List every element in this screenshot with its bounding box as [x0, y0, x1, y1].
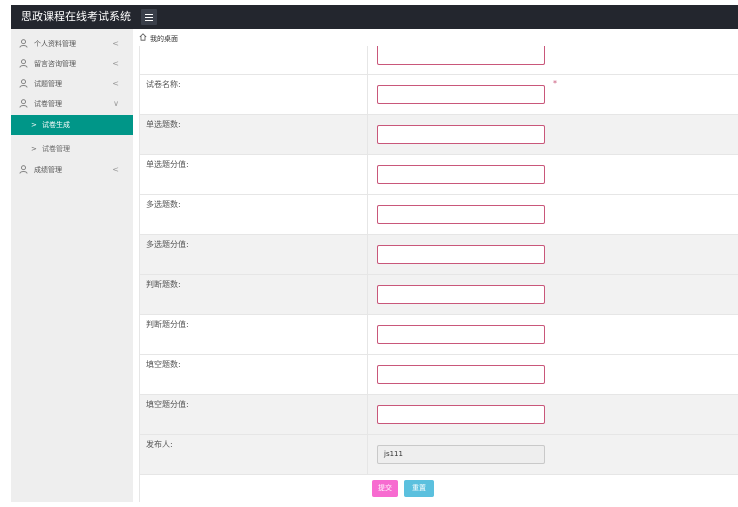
fill-blank-score-label: 填空题分值:: [146, 400, 189, 409]
sidebar-item-label: 试题管理: [34, 80, 62, 88]
single-choice-score-input[interactable]: [377, 165, 545, 184]
chevron-left-icon: <: [112, 165, 119, 174]
fill-blank-count-input[interactable]: [377, 365, 545, 384]
sidebar-subitem-label: 试卷管理: [42, 145, 70, 153]
user-icon: [19, 160, 29, 180]
user-icon: [19, 34, 29, 54]
home-icon: [139, 33, 147, 45]
form-row: 填空题数:: [140, 355, 738, 395]
sidebar-item-scores[interactable]: 成绩管理 <: [11, 160, 133, 180]
user-icon: [19, 74, 29, 94]
breadcrumb: 我的桌面: [139, 33, 178, 45]
form-row: 试卷名称: *: [140, 75, 738, 115]
form-row: 单选题分值:: [140, 155, 738, 195]
form-row: 多选题数:: [140, 195, 738, 235]
multi-choice-count-input[interactable]: [377, 205, 545, 224]
publisher-field: js111: [377, 445, 545, 464]
sidebar: 个人资料管理 < 留言咨询管理 < 试题管理 < 试卷管理 ∨ > 试卷生成 >…: [11, 29, 133, 502]
sidebar-item-label: 个人资料管理: [34, 40, 76, 48]
reset-button[interactable]: 重置: [404, 480, 434, 497]
sidebar-item-label: 成绩管理: [34, 166, 62, 174]
sidebar-subitem-label: 试卷生成: [42, 121, 70, 129]
chevron-left-icon: <: [112, 59, 119, 68]
sidebar-subitem-generate-paper[interactable]: > 试卷生成: [11, 115, 133, 135]
publisher-label: 发布人:: [146, 440, 173, 449]
form-row: 发布人: js111: [140, 435, 738, 475]
single-choice-score-label: 单选题分值:: [146, 160, 189, 169]
sidebar-item-label: 试卷管理: [34, 100, 62, 108]
true-false-score-label: 判断题分值:: [146, 320, 189, 329]
true-false-count-label: 判断题数:: [146, 280, 181, 289]
form-row: 判断题数:: [140, 275, 738, 315]
multi-choice-score-input[interactable]: [377, 245, 545, 264]
sidebar-item-profile[interactable]: 个人资料管理 <: [11, 34, 133, 54]
sidebar-item-label: 留言咨询管理: [34, 60, 76, 68]
sidebar-subitem-manage-paper[interactable]: > 试卷管理: [11, 139, 133, 159]
sidebar-item-papers[interactable]: 试卷管理 ∨: [11, 94, 133, 114]
form-row: 多选题分值:: [140, 235, 738, 275]
paper-generation-form: 试卷名称: * 单选题数: 单选题分值: 多选题数: 多选题分值: 判断题数: …: [139, 46, 738, 502]
fill-blank-score-input[interactable]: [377, 405, 545, 424]
chevron-down-icon: ∨: [113, 99, 119, 108]
form-row-partial: [140, 46, 738, 75]
chevron-left-icon: <: [112, 39, 119, 48]
chevron-right-icon: >: [31, 145, 37, 153]
form-row: 填空题分值:: [140, 395, 738, 435]
breadcrumb-home-link[interactable]: 我的桌面: [150, 35, 178, 43]
submit-button[interactable]: 提交: [372, 480, 398, 497]
paper-name-label: 试卷名称:: [146, 80, 181, 89]
single-choice-count-label: 单选题数:: [146, 120, 181, 129]
chevron-left-icon: <: [112, 79, 119, 88]
paper-name-input[interactable]: [377, 85, 545, 104]
user-icon: [19, 54, 29, 74]
sidebar-item-questions[interactable]: 试题管理 <: [11, 74, 133, 94]
chevron-right-icon: >: [31, 121, 37, 129]
partial-input-field[interactable]: [377, 46, 545, 65]
true-false-count-input[interactable]: [377, 285, 545, 304]
multi-choice-score-label: 多选题分值:: [146, 240, 189, 249]
hamburger-icon[interactable]: [141, 9, 157, 25]
app-title: 思政课程在线考试系统: [21, 10, 131, 23]
single-choice-count-input[interactable]: [377, 125, 545, 144]
top-header: 思政课程在线考试系统: [11, 5, 738, 29]
form-row: 单选题数:: [140, 115, 738, 155]
user-icon: [19, 94, 29, 114]
fill-blank-count-label: 填空题数:: [146, 360, 181, 369]
true-false-score-input[interactable]: [377, 325, 545, 344]
sidebar-item-messages[interactable]: 留言咨询管理 <: [11, 54, 133, 74]
form-actions: 提交 重置: [140, 475, 738, 502]
required-mark: *: [553, 79, 557, 88]
form-row: 判断题分值:: [140, 315, 738, 355]
multi-choice-count-label: 多选题数:: [146, 200, 181, 209]
